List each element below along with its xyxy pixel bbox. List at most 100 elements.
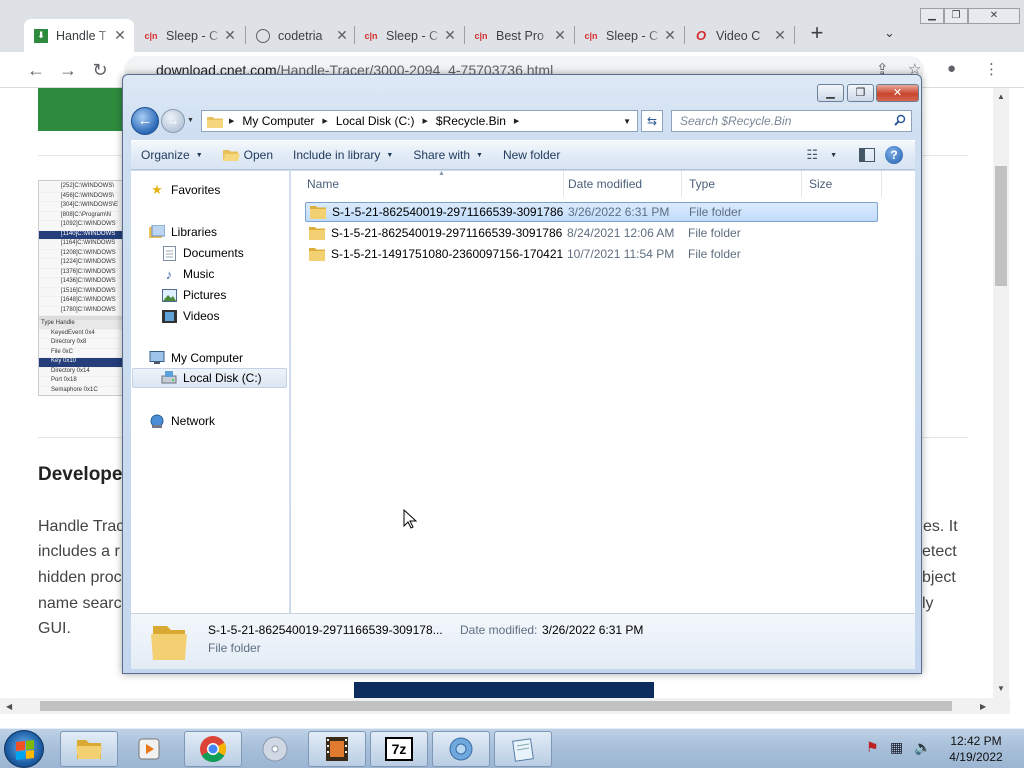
- view-dropdown-icon[interactable]: ▼: [830, 152, 837, 159]
- column-label: Type: [689, 177, 716, 191]
- browser-minimize-button[interactable]: ▁: [920, 8, 944, 24]
- close-tab-icon[interactable]: ✕: [112, 27, 128, 44]
- nav-local-disk[interactable]: Local Disk (C:): [132, 368, 287, 388]
- breadcrumb-chevron-icon[interactable]: ▶: [226, 117, 237, 125]
- tab-best-pro[interactable]: c|n Best Pro ✕: [464, 21, 574, 50]
- section-heading: Develope: [38, 464, 123, 485]
- taskbar-network-tool[interactable]: [432, 731, 490, 767]
- tab-handle-tracer[interactable]: ⬇ Handle T ✕: [24, 19, 134, 52]
- browser-close-button[interactable]: ✕: [968, 8, 1020, 24]
- search-icon[interactable]: [894, 114, 906, 126]
- address-dropdown-icon[interactable]: ▼: [623, 117, 631, 126]
- help-icon[interactable]: ?: [885, 146, 903, 164]
- nav-pictures[interactable]: Pictures: [161, 285, 226, 305]
- new-tab-button[interactable]: +: [806, 22, 828, 44]
- scroll-down-arrow-icon[interactable]: ▼: [997, 684, 1005, 693]
- start-button[interactable]: [4, 730, 44, 768]
- close-button[interactable]: ✕: [876, 84, 919, 102]
- address-breadcrumb[interactable]: ▶ My Computer ▶ Local Disk (C:) ▶ $Recyc…: [201, 110, 638, 132]
- menu-kebab-icon[interactable]: ⋮: [984, 60, 999, 78]
- nav-videos[interactable]: Videos: [161, 306, 219, 326]
- file-row[interactable]: S-1-5-21-1491751080-2360097156-170421...…: [305, 244, 878, 264]
- close-tab-icon[interactable]: ✕: [662, 27, 678, 44]
- share-with-button[interactable]: Share with ▼: [403, 148, 493, 162]
- tab-codetria[interactable]: codetria ✕: [246, 21, 356, 50]
- screenshot-thumbnail[interactable]: [252]C:\WINDOWS\ [456]C:\WINDOWS\ [304]C:\…: [38, 180, 124, 396]
- nav-music[interactable]: ♪ Music: [161, 264, 215, 284]
- taskbar-7zip[interactable]: 7z: [370, 731, 428, 767]
- history-dropdown-icon[interactable]: ▼: [187, 117, 194, 124]
- back-arrow-icon[interactable]: ←: [24, 58, 48, 82]
- vertical-scrollbar[interactable]: ▲ ▼: [993, 88, 1009, 698]
- volume-icon[interactable]: 🔈: [914, 739, 931, 756]
- scroll-right-arrow-icon[interactable]: ▶: [980, 702, 986, 711]
- tab-sleep-3[interactable]: c|n Sleep - C ✕: [574, 21, 684, 50]
- minimize-button[interactable]: ▁: [817, 84, 844, 102]
- organize-button[interactable]: Organize ▼: [131, 148, 213, 162]
- new-folder-button[interactable]: New folder: [493, 148, 570, 162]
- navy-banner-button[interactable]: [354, 682, 654, 698]
- taskbar-movie-maker[interactable]: [308, 731, 366, 767]
- search-input[interactable]: Search $Recycle.Bin: [671, 110, 912, 132]
- tab-search-chevron-icon[interactable]: ⌄: [884, 25, 895, 41]
- tab-sleep-2[interactable]: c|n Sleep - C ✕: [354, 21, 464, 50]
- taskbar-media-player[interactable]: [121, 731, 179, 767]
- open-label: Open: [243, 148, 273, 162]
- close-tab-icon[interactable]: ✕: [552, 27, 568, 44]
- reload-icon[interactable]: ↻: [88, 58, 112, 82]
- open-button[interactable]: Open: [213, 148, 283, 162]
- scrollbar-thumb[interactable]: [995, 166, 1007, 286]
- forward-arrow-icon[interactable]: →: [56, 58, 80, 82]
- scroll-left-arrow-icon[interactable]: ◀: [6, 702, 12, 711]
- taskbar-dvd-maker[interactable]: [246, 731, 304, 767]
- breadcrumb-chevron-icon[interactable]: ▶: [420, 117, 431, 125]
- breadcrumb-recycle-bin[interactable]: $Recycle.Bin: [431, 114, 511, 128]
- close-tab-icon[interactable]: ✕: [334, 27, 350, 44]
- close-tab-icon[interactable]: ✕: [772, 27, 788, 44]
- close-tab-icon[interactable]: ✕: [222, 27, 238, 44]
- action-center-icon[interactable]: ⚑: [866, 739, 879, 756]
- view-options-icon[interactable]: ☷: [806, 147, 818, 163]
- column-label: Date modified: [568, 177, 643, 191]
- back-button[interactable]: ←: [131, 107, 159, 135]
- download-button[interactable]: [38, 88, 128, 131]
- network-status-icon[interactable]: ▦: [890, 739, 903, 756]
- profile-avatar-icon[interactable]: ●: [947, 60, 956, 77]
- breadcrumb-local-disk[interactable]: Local Disk (C:): [331, 114, 420, 128]
- preview-pane-icon[interactable]: [859, 148, 875, 162]
- scrollbar-thumb[interactable]: [40, 701, 952, 711]
- explorer-window[interactable]: ▁ ❐ ✕ ← → ▼ ▶ My Computer ▶ Local Disk (…: [122, 74, 922, 674]
- column-name[interactable]: Name ▲: [300, 170, 564, 197]
- file-row[interactable]: S-1-5-21-862540019-2971166539-3091786...…: [305, 223, 878, 243]
- include-in-library-button[interactable]: Include in library ▼: [283, 148, 403, 162]
- nav-network[interactable]: Network: [149, 411, 215, 431]
- nav-documents[interactable]: Documents: [161, 243, 244, 263]
- tab-video[interactable]: O Video C ✕: [684, 21, 794, 50]
- refresh-button[interactable]: ⇆: [641, 110, 663, 132]
- browser-maximize-button[interactable]: ❐: [944, 8, 968, 24]
- file-row[interactable]: S-1-5-21-862540019-2971166539-3091786...…: [305, 202, 878, 222]
- taskbar-notepad[interactable]: [494, 731, 552, 767]
- nav-my-computer[interactable]: My Computer: [149, 348, 243, 368]
- close-tab-icon[interactable]: ✕: [442, 27, 458, 44]
- horizontal-scrollbar[interactable]: ◀ ▶: [0, 698, 1010, 714]
- column-type[interactable]: Type: [682, 171, 802, 197]
- taskbar-chrome[interactable]: [184, 731, 242, 767]
- tab-sleep-1[interactable]: c|n Sleep - C ✕: [134, 21, 244, 50]
- maximize-button[interactable]: ❐: [847, 84, 874, 102]
- file-type: File folder: [688, 247, 741, 261]
- system-clock[interactable]: 12:42 PM 4/19/2022: [936, 733, 1016, 765]
- star-icon: ★: [151, 182, 163, 197]
- breadcrumb-chevron-icon[interactable]: ▶: [511, 117, 522, 125]
- forward-button[interactable]: →: [161, 109, 185, 133]
- mouse-cursor-icon: [403, 509, 417, 529]
- breadcrumb-chevron-icon[interactable]: ▶: [319, 117, 330, 125]
- column-date-modified[interactable]: Date modified: [561, 171, 682, 197]
- taskbar-explorer[interactable]: [60, 731, 118, 767]
- nav-favorites[interactable]: ★ Favorites: [149, 180, 220, 200]
- breadcrumb-my-computer[interactable]: My Computer: [237, 114, 319, 128]
- scroll-up-arrow-icon[interactable]: ▲: [997, 92, 1005, 101]
- tab-title: Sleep - C: [166, 28, 219, 43]
- column-size[interactable]: Size: [802, 171, 882, 197]
- nav-libraries[interactable]: Libraries: [149, 222, 217, 242]
